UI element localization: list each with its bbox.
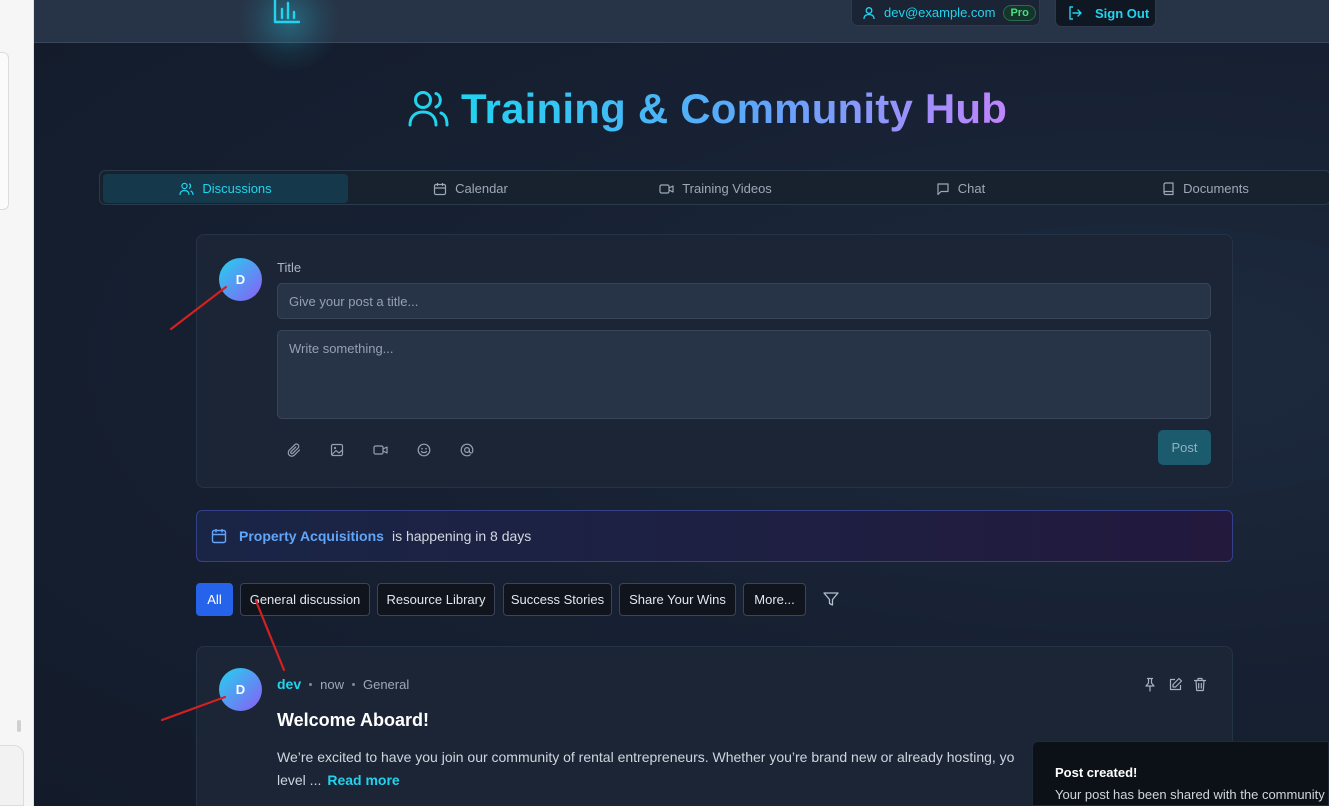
paperclip-icon — [287, 442, 300, 457]
post-author[interactable]: dev — [277, 676, 301, 692]
book-icon — [1163, 181, 1174, 195]
meta-separator — [309, 682, 313, 686]
tab-discussions[interactable]: Discussions — [103, 174, 348, 203]
tab-label: Documents — [1183, 181, 1249, 196]
trash-icon — [1193, 677, 1207, 691]
filter-share-your-wins[interactable]: Share Your Wins — [619, 583, 736, 616]
mention-button[interactable] — [456, 439, 478, 461]
pro-badge: Pro — [1003, 4, 1036, 21]
page-title: Training & Community Hub — [461, 85, 1008, 132]
users-icon — [408, 91, 449, 127]
tab-label: Discussions — [202, 181, 272, 196]
tab-calendar[interactable]: Calendar — [348, 174, 593, 203]
user-email: dev@example.com — [884, 5, 996, 20]
tab-documents[interactable]: Documents — [1083, 174, 1328, 203]
side-panel-card — [0, 52, 9, 210]
user-chip[interactable]: dev@example.com Pro — [851, 0, 1040, 26]
meta-separator — [351, 682, 355, 686]
post-button[interactable]: Post — [1158, 430, 1211, 465]
top-bar: dev@example.com Pro Sign Out — [34, 0, 1329, 70]
bar-chart-icon[interactable] — [272, 0, 302, 26]
post-time: now — [320, 676, 344, 692]
users-icon — [179, 182, 194, 195]
filter-icon[interactable] — [822, 590, 840, 608]
title-label: Title — [277, 260, 302, 275]
pin-button[interactable] — [1141, 675, 1159, 693]
post-body-line: We’re excited to have you join our commu… — [277, 749, 1015, 765]
edit-button[interactable] — [1166, 675, 1184, 693]
tab-label: Calendar — [455, 181, 508, 196]
calendar-icon — [211, 529, 227, 544]
sign-out-label: Sign Out — [1095, 5, 1150, 21]
read-more-link[interactable]: Read more — [327, 772, 399, 788]
image-icon — [330, 443, 344, 457]
post-title: Welcome Aboard! — [277, 710, 430, 730]
edit-icon — [1169, 677, 1182, 690]
page-header: Training & Community Hub — [407, 84, 1007, 134]
post-body-input[interactable] — [277, 330, 1211, 419]
post-body-end: level ... Read more — [277, 769, 1047, 792]
video-icon — [372, 445, 388, 455]
avatar: D — [219, 668, 262, 711]
toast-description: Your post has been shared with the commu… — [1055, 787, 1325, 802]
emoji-button[interactable] — [413, 439, 435, 461]
event-countdown: is happening in 8 days — [391, 528, 532, 544]
post-title-input[interactable] — [277, 283, 1211, 319]
delete-button[interactable] — [1191, 675, 1209, 693]
tab-bar: Discussions Calendar Training Videos Cha… — [99, 170, 1329, 205]
app-window: dev@example.com Pro Sign Out Training & … — [34, 0, 1329, 806]
tab-training-videos[interactable]: Training Videos — [593, 174, 838, 203]
user-icon — [863, 6, 875, 19]
filter-success-stories[interactable]: Success Stories — [503, 583, 612, 616]
add-video-button[interactable] — [369, 439, 391, 461]
post-category: General — [362, 676, 410, 692]
video-icon — [659, 183, 674, 194]
at-icon — [460, 443, 474, 457]
browser-side-panel — [0, 0, 34, 806]
tab-chat[interactable]: Chat — [838, 174, 1083, 203]
avatar: D — [219, 258, 262, 301]
post-composer: D Title Give your post a title... Write … — [196, 234, 1233, 488]
filter-all[interactable]: All — [196, 583, 233, 616]
toast-notification: Post created! Your post has been shared … — [1032, 741, 1329, 806]
sign-out-button[interactable]: Sign Out — [1055, 0, 1156, 27]
log-out-icon — [1069, 6, 1082, 20]
toast-title: Post created! — [1055, 765, 1138, 780]
post-body: We’re excited to have you join our commu… — [277, 746, 1047, 792]
smile-icon — [417, 443, 431, 457]
filter-resource-library[interactable]: Resource Library — [377, 583, 495, 616]
filter-more[interactable]: More... — [743, 583, 806, 616]
chat-icon — [937, 182, 949, 195]
side-bottom-tab — [0, 745, 24, 806]
attach-button[interactable] — [283, 439, 305, 461]
pin-icon — [1145, 677, 1155, 692]
post-body-line: level ... — [277, 772, 322, 788]
add-image-button[interactable] — [326, 439, 348, 461]
calendar-icon — [434, 182, 447, 195]
tab-label: Training Videos — [682, 181, 772, 196]
tab-label: Chat — [957, 181, 986, 196]
post-meta: dev now General — [277, 676, 409, 692]
event-banner[interactable]: Property Acquisitions is happening in 8 … — [196, 510, 1233, 562]
side-scroll-mark — [17, 720, 21, 732]
filter-general-discussion[interactable]: General discussion — [240, 583, 370, 616]
event-name-link[interactable]: Property Acquisitions — [239, 528, 384, 544]
